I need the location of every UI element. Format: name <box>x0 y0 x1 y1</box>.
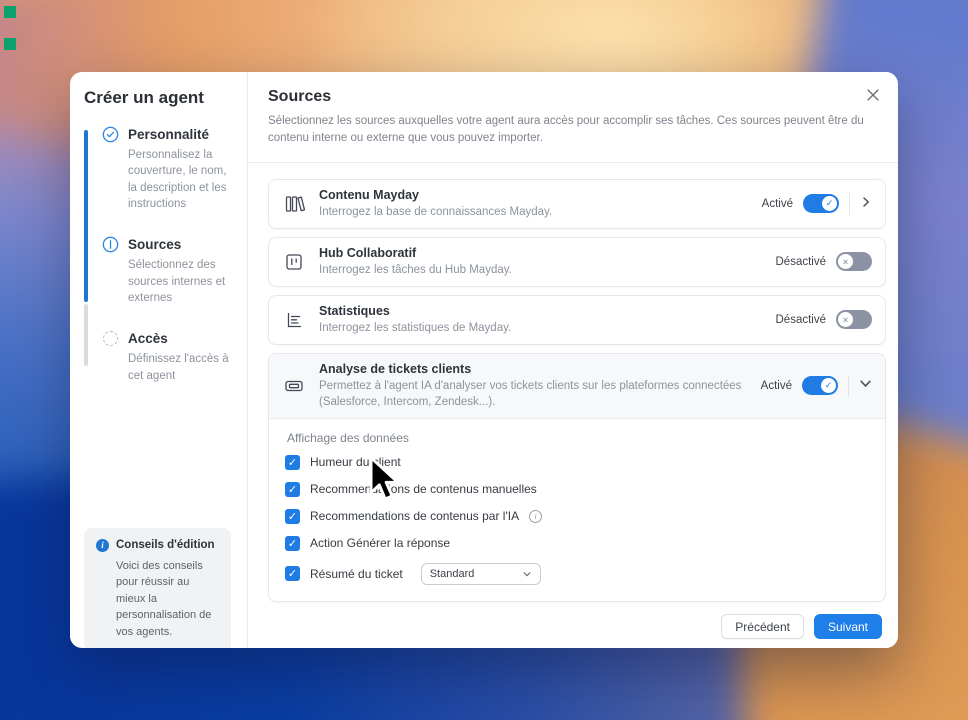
tips-text: Voici des conseils pour réussir au mieux… <box>116 559 212 638</box>
editing-tips-panel: i Conseils d'édition Voici des conseils … <box>84 527 231 648</box>
next-button[interactable]: Suivant <box>813 614 882 639</box>
sources-list: Contenu Mayday Interrogez la base de con… <box>248 163 898 615</box>
checkbox-label: Recommendations de contenus manuelles <box>310 482 537 497</box>
checkbox-label: Recommendations de contenus par l'IA <box>310 509 520 524</box>
select-value: Standard <box>429 567 475 580</box>
option-humeur-du-client: ✓ Humeur du client <box>285 454 871 470</box>
in-progress-circle-icon <box>102 236 119 253</box>
checkbox-label: Résumé du ticket <box>310 566 403 581</box>
source-title: Analyse de tickets clients <box>319 361 472 376</box>
wizard-stepper: Personnalité Personnalisez la couverture… <box>84 126 237 384</box>
toggle-status-label: Désactivé <box>775 255 827 268</box>
source-description: Interrogez les tâches du Hub Mayday. <box>319 263 512 276</box>
bar-chart-icon <box>282 308 306 332</box>
toggle-status-label: Activé <box>761 197 793 210</box>
data-display-section: Affichage des données ✓ Humeur du client… <box>269 419 885 601</box>
gif-artifact-square <box>4 38 16 50</box>
toggle-switch[interactable]: ✓ <box>802 376 838 396</box>
toggle-status-label: Désactivé <box>775 313 827 326</box>
source-card-hub-collaboratif: Hub Collaboratif Interrogez les tâches d… <box>268 236 886 287</box>
option-resume-du-ticket: ✓ Résumé du ticket Standard <box>285 562 871 585</box>
stepper-remaining-bar <box>84 304 88 366</box>
resume-format-select[interactable]: Standard <box>420 562 541 585</box>
page-description: Sélectionnez les sources auxquelles votr… <box>268 115 864 145</box>
checkbox-checked[interactable]: ✓ <box>285 454 300 470</box>
close-icon[interactable] <box>862 84 884 106</box>
source-row[interactable]: Hub Collaboratif Interrogez les tâches d… <box>269 238 885 286</box>
checkbox-checked[interactable]: ✓ <box>285 535 300 551</box>
option-reco-contenus-manuelles: ✓ Recommendations de contenus manuelles <box>285 481 871 497</box>
source-title: Hub Collaboratif <box>319 245 417 260</box>
sidebar-step-acces[interactable]: Accès Définissez l'accès à cet agent <box>102 330 237 384</box>
tips-title: Conseils d'édition <box>116 539 215 551</box>
option-action-generer-reponse: ✓ Action Générer la réponse <box>285 535 871 551</box>
source-description: Permettez à l'agent IA d'analyser vos ti… <box>319 379 742 408</box>
divider <box>849 192 850 215</box>
chevron-down-icon <box>523 572 531 577</box>
source-title: Contenu Mayday <box>319 187 420 202</box>
stepper-progress-bar <box>84 130 88 302</box>
info-icon[interactable]: i <box>529 509 543 523</box>
chevron-right-icon[interactable] <box>860 195 872 213</box>
library-icon <box>282 192 306 216</box>
section-label: Affichage des données <box>287 430 409 445</box>
option-reco-contenus-ia: ✓ Recommendations de contenus par l'IA i <box>285 508 871 524</box>
source-description: Interrogez les statistiques de Mayday. <box>319 321 512 334</box>
step-description: Personnalisez la couverture, le nom, la … <box>128 149 227 210</box>
checkbox-label: Action Générer la réponse <box>310 536 451 551</box>
create-agent-modal: Créer un agent Personnalité Personnalise… <box>70 72 898 648</box>
sources-header: Sources Sélectionnez les sources auxquel… <box>248 72 898 163</box>
chevron-down-icon[interactable] <box>859 377 872 395</box>
check-circle-icon <box>102 126 119 143</box>
step-label: Accès <box>128 331 168 347</box>
sources-panel: Sources Sélectionnez les sources auxquel… <box>248 72 898 648</box>
step-description: Sélectionnez des sources internes et ext… <box>128 259 226 304</box>
source-row[interactable]: Statistiques Interrogez les statistiques… <box>269 296 885 344</box>
toggle-switch[interactable]: × <box>836 310 872 330</box>
gif-artifact-square <box>4 6 16 18</box>
dashed-circle-icon <box>102 330 119 347</box>
source-card-statistiques: Statistiques Interrogez les statistiques… <box>268 294 886 345</box>
toggle-switch[interactable]: ✓ <box>803 194 839 214</box>
ticket-icon <box>282 374 306 398</box>
source-card-analyse-tickets: Analyse de tickets clients Permettez à l… <box>268 352 886 602</box>
modal-title: Créer un agent <box>84 88 204 107</box>
info-icon: i <box>96 538 109 552</box>
source-description: Interrogez la base de connaissances Mayd… <box>319 205 553 218</box>
page-title: Sources <box>268 88 332 105</box>
step-label: Personnalité <box>128 127 210 142</box>
sidebar-step-sources[interactable]: Sources Sélectionnez des sources interne… <box>102 236 237 306</box>
step-label: Sources <box>128 237 182 253</box>
wizard-footer: Précédent Suivant <box>248 614 898 648</box>
toggle-status-label: Activé <box>760 379 792 392</box>
divider <box>848 374 849 397</box>
step-description: Définissez l'accès à cet agent <box>128 353 229 382</box>
source-card-contenu-mayday: Contenu Mayday Interrogez la base de con… <box>268 178 886 229</box>
checkbox-label: Humeur du client <box>310 455 401 470</box>
checkbox-checked[interactable]: ✓ <box>285 508 300 524</box>
toggle-switch[interactable]: × <box>836 252 872 272</box>
source-row[interactable]: Analyse de tickets clients Permettez à l… <box>269 353 885 419</box>
kanban-icon <box>282 250 306 274</box>
previous-button[interactable]: Précédent <box>721 614 804 639</box>
source-title: Statistiques <box>319 303 390 318</box>
checkbox-checked[interactable]: ✓ <box>285 481 300 497</box>
checkbox-checked[interactable]: ✓ <box>285 566 300 582</box>
wizard-sidebar: Créer un agent Personnalité Personnalise… <box>70 72 248 648</box>
source-row[interactable]: Contenu Mayday Interrogez la base de con… <box>269 180 885 228</box>
sidebar-step-personnalite[interactable]: Personnalité Personnalisez la couverture… <box>102 126 237 212</box>
